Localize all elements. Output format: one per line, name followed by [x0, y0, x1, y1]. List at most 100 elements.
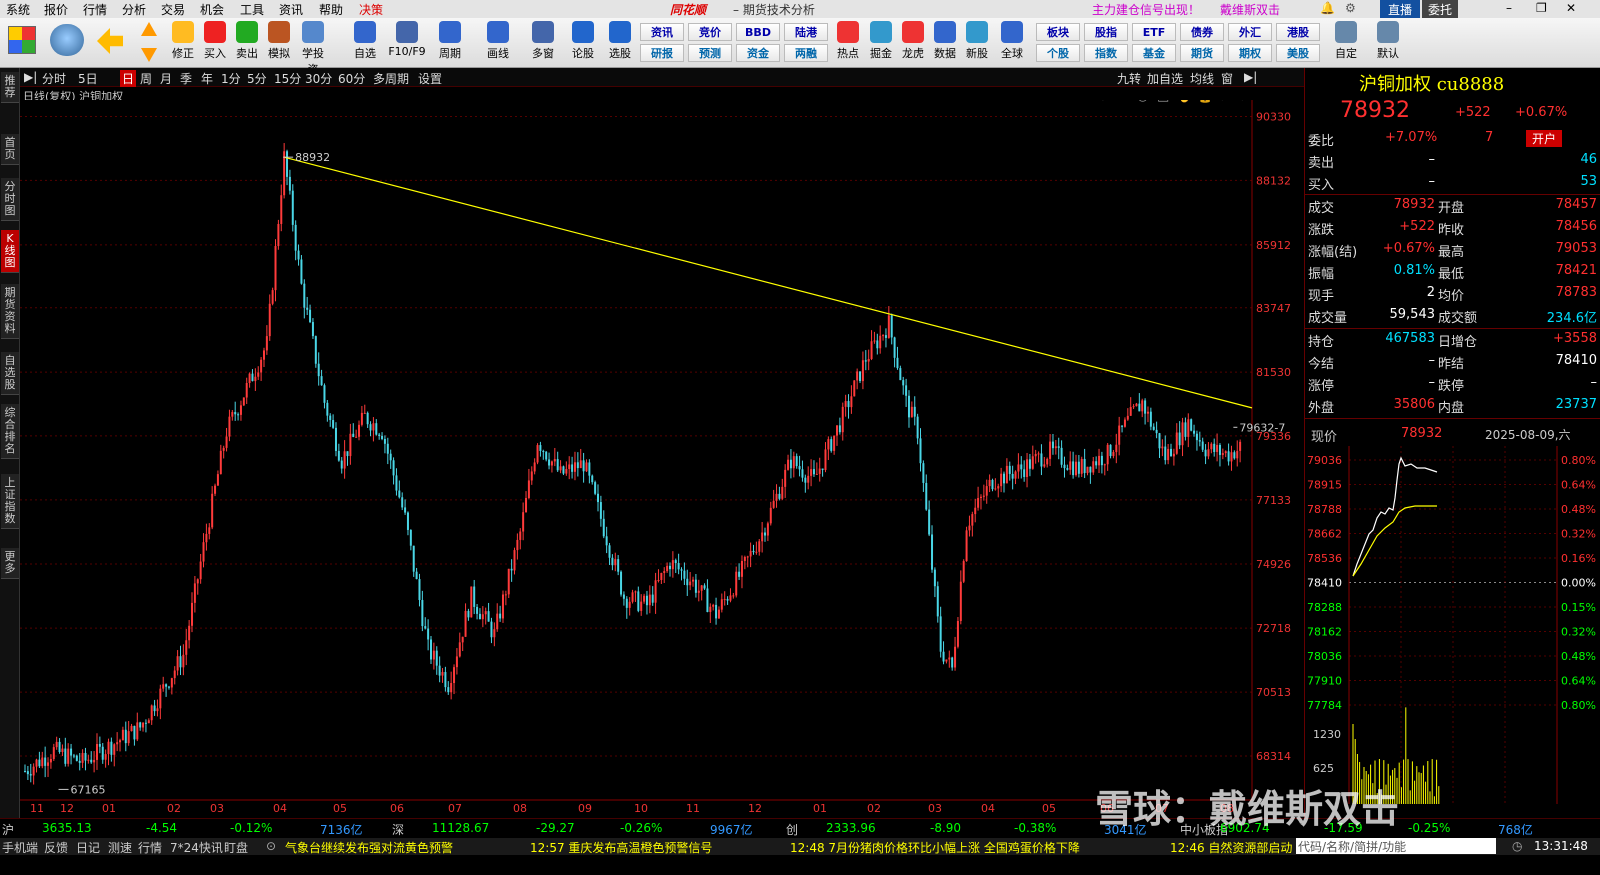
period-6[interactable]: 年 [201, 70, 213, 87]
period-13[interactable]: 设置 [418, 70, 442, 87]
toolbar-clock-button[interactable]: 周期 [430, 21, 470, 61]
left-tab-5[interactable]: 自 选 股 [1, 352, 19, 395]
chart-tool-3[interactable]: 窗 [1221, 70, 1233, 87]
kline-chart[interactable]: 9033088132859128374781530793367713374926… [20, 100, 1304, 818]
toolbar-select-button[interactable]: 选股 [600, 21, 640, 61]
menu-9[interactable]: 决策 [359, 1, 383, 18]
toolbar-grid2-基金[interactable]: 基金 [1132, 44, 1176, 62]
left-tab-6[interactable]: 综 合 排 名 [1, 404, 19, 459]
toolbar-龙虎-button[interactable]: 龙虎 [898, 21, 928, 61]
minimize-icon[interactable]: – [1506, 1, 1512, 15]
cy-label[interactable]: 创 [786, 821, 798, 838]
plus-icon[interactable]: ⊕ [1217, 100, 1228, 104]
period-0[interactable]: 分时 [42, 70, 66, 87]
alert-link[interactable]: 主力建仓信号出现！ [1092, 1, 1200, 18]
toolbar-grid2-个股[interactable]: 个股 [1036, 44, 1080, 62]
toolbar-grid2-期权[interactable]: 期权 [1228, 44, 1272, 62]
period-10[interactable]: 30分 [305, 70, 332, 87]
toolbar-掘金-button[interactable]: 掘金 [866, 21, 896, 61]
sz-label[interactable]: 深 [392, 821, 404, 838]
chart-tool-0[interactable]: 九转 [1117, 70, 1141, 87]
toolbar-star-button[interactable]: 自选 [345, 21, 385, 61]
settings-icon[interactable]: ⚙ [1345, 1, 1356, 15]
period-5[interactable]: 季 [180, 70, 192, 87]
prev-icon[interactable]: ▶| [24, 70, 37, 84]
bell-icon[interactable]: 🔔 [1320, 1, 1335, 15]
intraday-mini-chart[interactable]: 79036 0.80% 78915 0.64% 78788 0.48% 78662 0.32%… [1305, 446, 1600, 818]
user-name[interactable]: 戴维斯双击 [1220, 1, 1280, 18]
hand-icon[interactable]: ✋ [1177, 100, 1193, 104]
period-3[interactable]: 周 [140, 70, 152, 87]
toolbar-数据-button[interactable]: 数据 [930, 21, 960, 61]
live-button[interactable]: 直播 [1380, 0, 1421, 19]
toolbar-grid-资讯[interactable]: 资讯 [640, 23, 684, 41]
pen-icon[interactable]: ✎ [1117, 100, 1128, 104]
left-tab-2[interactable]: 分 时 图 [1, 178, 19, 221]
toolbar-grid-预测[interactable]: 预测 [688, 44, 732, 62]
menu-0[interactable]: 系统 [6, 1, 30, 18]
toolbar-windows-button[interactable]: 多窗 [523, 21, 563, 61]
period-9[interactable]: 15分 [274, 70, 301, 87]
news-ticker-0[interactable]: 气象台继续发布强对流黄色预警 [285, 839, 453, 856]
toolbar-pen-button[interactable]: 画线 [478, 21, 518, 61]
toolbar-grid2-港股[interactable]: 港股 [1276, 23, 1320, 41]
bottom-tab-5[interactable]: 7*24快讯 [170, 839, 223, 856]
period-11[interactable]: 60分 [338, 70, 365, 87]
toolbar-sell-button[interactable]: 卖出 [232, 21, 262, 61]
sh-label[interactable]: 沪 [2, 821, 14, 838]
left-tab-7[interactable]: 上 证 指 数 [1, 474, 19, 529]
toolbar-默认-button[interactable]: 默认 [1370, 21, 1406, 61]
restore-icon[interactable]: ❐ [1536, 1, 1547, 15]
toolbar-grid2-债券[interactable]: 债券 [1180, 23, 1224, 41]
period-12[interactable]: 多周期 [373, 70, 409, 87]
bottom-tab-1[interactable]: 反馈 [44, 839, 68, 856]
toolbar-grid2-外汇[interactable]: 外汇 [1228, 23, 1272, 41]
toolbar-buy-button[interactable]: 买入 [200, 21, 230, 61]
toolbar-up-arrow-button[interactable]: 修正 [168, 21, 198, 61]
bottom-tab-4[interactable]: 行情 [138, 839, 162, 856]
next-icon[interactable]: ▶| [1244, 70, 1257, 84]
left-tab-0[interactable]: 推 荐 [1, 72, 19, 103]
cabinet-icon[interactable]: ▤ [1157, 100, 1169, 104]
toolbar-grid-资金[interactable]: 资金 [736, 44, 780, 62]
toolbar-全球-button[interactable]: 全球 [997, 21, 1027, 61]
toolbar-grid-BBD[interactable]: BBD [736, 23, 780, 41]
bottom-tab-0[interactable]: 手机端 [2, 839, 38, 856]
menu-3[interactable]: 分析 [122, 1, 146, 18]
period-7[interactable]: 1分 [221, 70, 241, 87]
period-1[interactable]: 5日 [78, 70, 98, 87]
toolbar-自定-button[interactable]: 自定 [1328, 21, 1364, 61]
news-ticker-3[interactable]: 12:46 自然资源部启动 [1170, 839, 1292, 856]
left-tab-1[interactable]: 首 页 [1, 134, 19, 165]
left-tab-3[interactable]: K 线 图 [1, 230, 19, 273]
menu-7[interactable]: 资讯 [279, 1, 303, 18]
toolbar-grid2-指数[interactable]: 指数 [1084, 44, 1128, 62]
left-tab-8[interactable]: 更 多 [1, 548, 19, 579]
toolbar-新股-button[interactable]: 新股 [962, 21, 992, 61]
back-icon[interactable] [97, 28, 123, 54]
toolbar-grid2-股指[interactable]: 股指 [1084, 23, 1128, 41]
menu-1[interactable]: 报价 [44, 1, 68, 18]
menu-6[interactable]: 工具 [240, 1, 264, 18]
toolbar-grid-竞价[interactable]: 竞价 [688, 23, 732, 41]
period-4[interactable]: 月 [160, 70, 172, 87]
menu-8[interactable]: 帮助 [319, 1, 343, 18]
bottom-tab-3[interactable]: 测速 [108, 839, 132, 856]
toolbar-hammer-button[interactable]: 模拟 [264, 21, 294, 61]
minus-icon[interactable]: ⊖ [1237, 100, 1248, 104]
gear-icon[interactable]: ⚙ [1097, 100, 1109, 104]
eye-icon[interactable]: ◉ [1137, 100, 1148, 104]
menu-4[interactable]: 交易 [161, 1, 185, 18]
robot-icon[interactable] [50, 24, 84, 56]
open-account-button[interactable]: 开户 [1526, 130, 1563, 147]
toolbar-grid2-美股[interactable]: 美股 [1276, 44, 1320, 62]
left-tab-4[interactable]: 期 货 资 料 [1, 284, 19, 339]
close-icon[interactable]: ✕ [1566, 1, 1576, 15]
bottom-tab-2[interactable]: 日记 [76, 839, 100, 856]
entrust-button[interactable]: 委托 [1422, 0, 1459, 19]
menu-5[interactable]: 机会 [200, 1, 224, 18]
toolbar-f10-button[interactable]: F10/F9 [387, 21, 427, 58]
toolbar-grid-研报[interactable]: 研报 [640, 44, 684, 62]
chart-tool-1[interactable]: 加自选 [1147, 70, 1183, 87]
toolbar-grid-两融[interactable]: 两融 [784, 44, 828, 62]
